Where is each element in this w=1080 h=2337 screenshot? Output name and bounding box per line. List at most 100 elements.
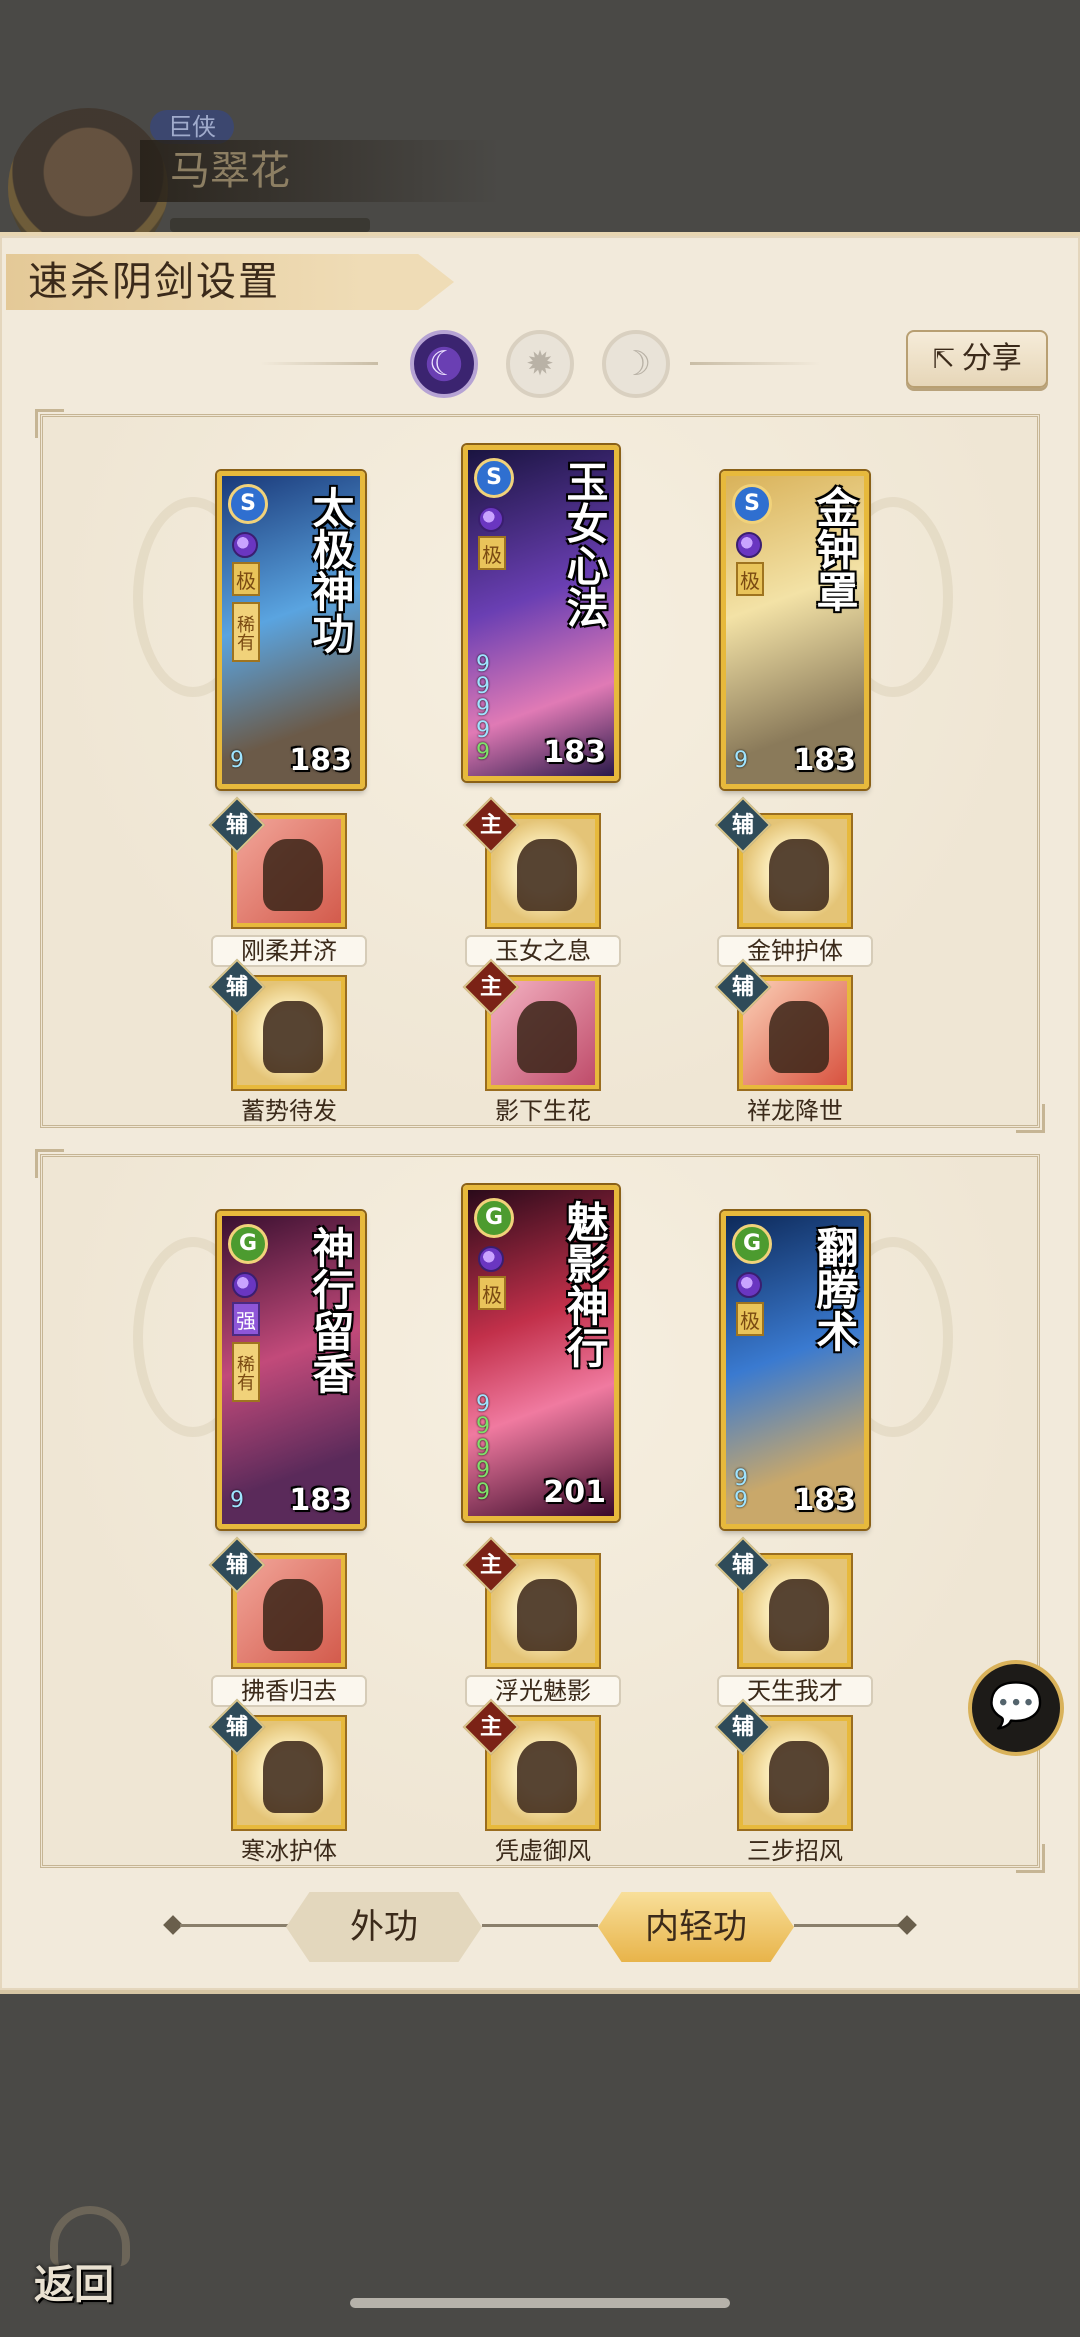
grade-badge: 极 bbox=[232, 562, 260, 596]
sub-skill-label: 三步招风 bbox=[747, 1837, 843, 1865]
tab-line-middle bbox=[482, 1924, 598, 1927]
skill-name: 神行留香 bbox=[306, 1226, 355, 1394]
role-label: 辅 bbox=[731, 974, 754, 1000]
figure-icon bbox=[517, 1001, 577, 1073]
home-indicator[interactable] bbox=[350, 2298, 730, 2308]
upgrade-pips: 99 bbox=[734, 1466, 748, 1513]
tab-diamond-right bbox=[897, 1915, 917, 1935]
upgrade-pips: 9 bbox=[734, 748, 748, 773]
tab-inner-skill[interactable]: 内轻功 bbox=[598, 1892, 794, 1962]
tab-switcher: 外功 内轻功 bbox=[0, 1886, 1080, 1966]
player-sub-bar bbox=[170, 218, 370, 232]
role-label: 主 bbox=[479, 1714, 502, 1740]
tab-line-left bbox=[180, 1924, 290, 1927]
role-label: 主 bbox=[479, 1552, 502, 1578]
skill-type-icon: S bbox=[474, 458, 514, 498]
skill-card-fanteng[interactable]: G 极 翻腾术 99 183 bbox=[721, 1211, 869, 1529]
skill-level: 183 bbox=[289, 743, 352, 778]
grade-badge: 极 bbox=[736, 562, 764, 596]
skill-card-shenxing[interactable]: G 强 稀有 神行留香 9 183 bbox=[217, 1211, 365, 1529]
skill-level: 183 bbox=[793, 743, 856, 778]
upgrade-pips: 9 bbox=[230, 748, 244, 773]
figure-icon bbox=[263, 839, 323, 911]
grade-badge: 极 bbox=[736, 1302, 764, 1336]
figure-icon bbox=[769, 1579, 829, 1651]
figure-icon bbox=[517, 1741, 577, 1813]
sub-skill[interactable]: 辅 蓄势待发 bbox=[208, 958, 381, 1127]
upgrade-pips: 99999 bbox=[476, 1392, 490, 1505]
moon-icon bbox=[736, 532, 762, 558]
figure-icon bbox=[517, 1579, 577, 1651]
sub-skill[interactable]: 辅 三步招风 bbox=[714, 1698, 887, 1867]
figure-icon bbox=[263, 1001, 323, 1073]
tab-line-right bbox=[794, 1924, 900, 1927]
sun-gear-icon: ✹ bbox=[525, 344, 555, 384]
sub-skill[interactable]: 辅 拂香归去 bbox=[208, 1536, 381, 1707]
skill-level: 201 bbox=[543, 1475, 606, 1510]
moon-icon bbox=[478, 1246, 504, 1272]
skill-card-yunv[interactable]: S 极 玉女心法 99999 183 bbox=[463, 445, 619, 781]
figure-icon bbox=[263, 1579, 323, 1651]
share-label: 分享 bbox=[961, 341, 1022, 376]
mode-sun-button[interactable]: ✹ bbox=[506, 330, 574, 398]
sub-skill-label: 寒冰护体 bbox=[241, 1837, 337, 1865]
skill-type-icon: S bbox=[228, 484, 268, 524]
upgrade-pips: 99999 bbox=[476, 652, 490, 765]
chat-button[interactable]: 💬 bbox=[968, 1660, 1064, 1756]
skill-name: 魅影神行 bbox=[560, 1200, 609, 1368]
mode-divider-left bbox=[260, 362, 378, 365]
crescent-icon: ☽ bbox=[620, 344, 652, 384]
skill-name: 翻腾术 bbox=[810, 1226, 859, 1352]
role-label: 辅 bbox=[731, 1714, 754, 1740]
mode-moon-button[interactable]: ☾ bbox=[410, 330, 478, 398]
grade-badge: 极 bbox=[478, 536, 506, 570]
sub-skill[interactable]: 辅 金钟护体 bbox=[714, 796, 887, 967]
skill-level: 183 bbox=[289, 1483, 352, 1518]
rarity-badge: 稀有 bbox=[232, 1342, 260, 1402]
skill-group-2: G 强 稀有 神行留香 9 183 辅 拂香归去 辅 寒冰护体 G 极 魅影神行… bbox=[35, 1149, 1045, 1873]
role-label: 辅 bbox=[225, 812, 248, 838]
skill-name: 玉女心法 bbox=[560, 460, 609, 628]
upgrade-pips: 9 bbox=[230, 1488, 244, 1513]
tab-outer-skill[interactable]: 外功 bbox=[286, 1892, 482, 1962]
sub-skill[interactable]: 主 影下生花 bbox=[462, 958, 635, 1127]
mode-divider-right bbox=[690, 362, 820, 365]
sub-skill[interactable]: 主 浮光魅影 bbox=[462, 1536, 635, 1707]
skill-settings-panel: 速杀阴剑设置 ☾ ✹ ☽ ⇱ 分享 S 极 稀有 太极神功 9 183 辅 刚柔… bbox=[0, 232, 1080, 1994]
role-label: 辅 bbox=[731, 812, 754, 838]
sub-skill-label: 影下生花 bbox=[495, 1097, 591, 1125]
chat-bubble-icon: 💬 bbox=[988, 1680, 1044, 1731]
back-label: 返回 bbox=[34, 2261, 114, 2308]
sub-skill[interactable]: 辅 寒冰护体 bbox=[208, 1698, 381, 1867]
sub-skill[interactable]: 辅 天生我才 bbox=[714, 1536, 887, 1707]
skill-card-meiying[interactable]: G 极 魅影神行 99999 201 bbox=[463, 1185, 619, 1521]
grade-badge: 强 bbox=[232, 1302, 260, 1336]
role-label: 主 bbox=[479, 974, 502, 1000]
grade-badge: 极 bbox=[478, 1276, 506, 1310]
skill-card-jinzhong[interactable]: S 极 金钟罩 9 183 bbox=[721, 471, 869, 789]
share-button[interactable]: ⇱ 分享 bbox=[906, 330, 1048, 388]
figure-icon bbox=[769, 839, 829, 911]
figure-icon bbox=[769, 1741, 829, 1813]
skill-name: 金钟罩 bbox=[810, 486, 859, 612]
back-button[interactable]: 返回 bbox=[30, 2196, 140, 2308]
skill-type-icon: G bbox=[474, 1198, 514, 1238]
moon-icon bbox=[232, 532, 258, 558]
figure-icon bbox=[517, 839, 577, 911]
skill-card-taiji[interactable]: S 极 稀有 太极神功 9 183 bbox=[217, 471, 365, 789]
figure-icon bbox=[263, 1741, 323, 1813]
sub-skill[interactable]: 辅 祥龙降世 bbox=[714, 958, 887, 1127]
moon-icon bbox=[736, 1272, 762, 1298]
sub-skill-label: 凭虚御风 bbox=[495, 1837, 591, 1865]
sub-skill[interactable]: 辅 刚柔并济 bbox=[208, 796, 381, 967]
skill-group-1: S 极 稀有 太极神功 9 183 辅 刚柔并济 辅 蓄势待发 S 极 玉女心法… bbox=[35, 409, 1045, 1133]
skill-name: 太极神功 bbox=[306, 486, 355, 654]
role-label: 辅 bbox=[731, 1552, 754, 1578]
role-label: 辅 bbox=[225, 1714, 248, 1740]
mode-crescent-button[interactable]: ☽ bbox=[602, 330, 670, 398]
skill-type-icon: G bbox=[228, 1224, 268, 1264]
sub-skill[interactable]: 主 凭虚御风 bbox=[462, 1698, 635, 1867]
skill-level: 183 bbox=[543, 735, 606, 770]
player-name: 马翠花 bbox=[140, 140, 500, 202]
sub-skill[interactable]: 主 玉女之息 bbox=[462, 796, 635, 967]
